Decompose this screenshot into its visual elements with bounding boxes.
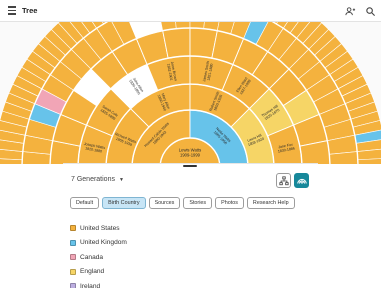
- bottom-sheet: 7 Generations ▼ Default Birth Country Sour…: [63, 163, 318, 288]
- filter-chip-stories[interactable]: Stories: [183, 197, 213, 209]
- root-person-label: Lewis Watts 1909-1999: [179, 148, 201, 158]
- search-icon[interactable]: [363, 4, 377, 18]
- legend-label: Ireland: [80, 282, 101, 288]
- sheet-grabber[interactable]: [183, 165, 197, 167]
- legend-label: England: [80, 268, 105, 276]
- pedigree-view-button[interactable]: [276, 173, 291, 188]
- generations-dropdown[interactable]: 7 Generations ▼: [71, 176, 124, 183]
- filter-chip-default[interactable]: Default: [70, 197, 100, 209]
- person-switch-icon[interactable]: [343, 4, 357, 18]
- legend-swatch: [70, 268, 76, 275]
- fan-chart[interactable]: Lewis Watts 1909-1999 Howard Calvin Watts1…: [0, 22, 381, 164]
- legend-label: United Kingdom: [80, 239, 127, 247]
- legend-item: Ireland: [70, 279, 127, 288]
- legend-item: United Kingdom: [70, 236, 127, 251]
- menu-icon[interactable]: [5, 4, 19, 18]
- legend-swatch: [70, 254, 76, 261]
- tree-icon: [278, 175, 289, 185]
- fan-icon: [296, 178, 307, 184]
- legend-swatch: [70, 239, 76, 246]
- app-root: Tree Lewis Watts 1909-1999 Howard Calvin W…: [0, 0, 381, 288]
- legend-item: Canada: [70, 250, 127, 265]
- caret-down-icon: ▼: [118, 176, 124, 183]
- page-title: Tree: [22, 6, 38, 15]
- filter-chip-sources[interactable]: Sources: [148, 197, 181, 209]
- legend-swatch: [70, 225, 76, 232]
- generations-label: 7 Generations: [71, 176, 115, 183]
- filter-chip-birth-country[interactable]: Birth Country: [102, 197, 146, 209]
- filter-chip-research-help[interactable]: Research Help: [246, 197, 295, 209]
- legend-label: United States: [80, 224, 120, 232]
- filter-chip-photos[interactable]: Photos: [215, 197, 244, 209]
- top-app-bar: Tree: [0, 0, 381, 22]
- filter-chips: Default Birth Country Sources Stories Photos…: [70, 197, 318, 211]
- fan-view-button[interactable]: [294, 173, 309, 188]
- legend-item: England: [70, 265, 127, 280]
- legend-swatch: [70, 283, 76, 288]
- legend-item: United States: [70, 221, 127, 236]
- birth-country-legend: United States United Kingdom Canada England…: [70, 221, 127, 288]
- fan-chart-svg[interactable]: Lewis Watts 1909-1999Howard Calvin Watts1…: [0, 22, 381, 164]
- legend-label: Canada: [80, 253, 104, 261]
